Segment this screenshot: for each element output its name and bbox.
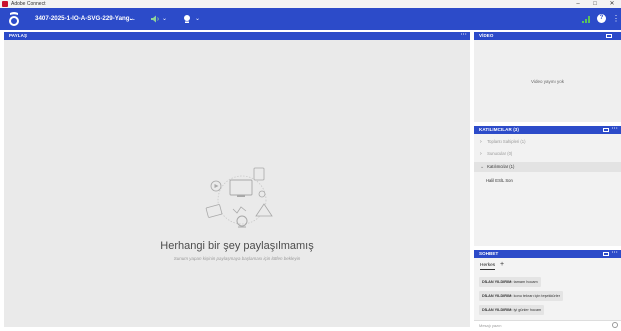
adobe-connect-app-icon [2,1,8,7]
chat-message-sender: DİLAN YILDIRIM: [482,308,513,312]
chat-message-text: iyi günler hocam [513,308,542,312]
share-pod: PAYLAŞ ··· Herhangi bir şey paylaşılmamı… [4,32,470,327]
video-empty-text: Video yayını yok [531,79,564,84]
attendees-pod-header: KATILIMCILAR (3) ··· [474,126,621,134]
attendee-group-participants[interactable]: ⌄ Katılımcılar (1) [474,162,621,172]
video-pod-title: VİDEO [479,33,494,38]
nothing-shared-subtitle: Sunum yapan kişinin paylaşmaya başlaması… [173,256,301,261]
emoji-icon[interactable] [612,322,618,328]
chat-pod-more-icon[interactable]: ··· [612,250,618,257]
video-pod-header: VİDEO [474,32,621,40]
chat-message-sender: DİLAN YILDIRIM: [482,294,513,298]
app-header: 3407-2025-1-IO-A-SVG-229-Yang... ⌄ ⌄ ⌄ ?… [0,8,621,30]
window-titlebar: Adobe Connect – □ ✕ [0,0,621,8]
attendees-pod: KATILIMCILAR (3) ··· › Toplantı Sahipler… [474,126,621,246]
chat-message: DİLAN YILDIRIM: iyi günler hocam [479,305,545,315]
connection-signal-icon [582,16,590,23]
maximize-button[interactable]: □ [588,0,602,8]
attendee-group-label: Sunucular (0) [487,151,513,156]
chat-pod: SOHBET ··· Herkes + DİLAN YILDIRIM: tama… [474,250,621,331]
chat-message: DİLAN YILDIRIM: tamam hocam [479,277,541,287]
app-menu-icon[interactable]: ⋮ [612,13,620,24]
speaker-icon[interactable] [150,14,160,24]
add-chat-tab-button[interactable]: + [500,261,504,268]
window-title: Adobe Connect [11,1,46,7]
meeting-menu-chevron-icon[interactable]: ⌄ [129,8,134,30]
share-pod-more-icon[interactable]: ··· [461,32,467,39]
video-pod-expand-icon[interactable] [606,34,612,38]
attendees-pod-title: KATILIMCILAR (3) [479,127,520,132]
attendee-group-hosts[interactable]: › Toplantı Sahipleri (1) [474,137,621,147]
share-pod-title: PAYLAŞ [9,33,28,38]
chat-message-text: konu tekrarı için teşekkürler [513,294,561,298]
share-pod-header: PAYLAŞ ··· [4,32,470,40]
attendee-group-presenters[interactable]: › Sunucular (0) [474,149,621,159]
nothing-shared-illustration [205,167,273,228]
attendee-group-label: Katılımcılar (1) [487,164,515,169]
attendee-user[interactable]: Halil ESİL Son [474,176,621,185]
chat-tab-everyone[interactable]: Herkes [480,263,496,270]
chat-pod-header: SOHBET ··· [474,250,621,258]
minimize-button[interactable]: – [571,0,585,8]
meeting-name[interactable]: 3407-2025-1-IO-A-SVG-229-Yang... [35,8,135,30]
camera-menu-chevron-icon[interactable]: ⌄ [195,8,200,30]
audio-menu-chevron-icon[interactable]: ⌄ [162,8,167,30]
chevron-down-icon: ⌄ [480,164,485,170]
chat-pod-title: SOHBET [479,251,499,256]
attendees-pod-more-icon[interactable]: ··· [612,126,618,133]
chat-message-sender: DİLAN YILDIRIM: [482,280,513,284]
attendee-group-label: Toplantı Sahipleri (1) [487,139,526,144]
attendees-pod-expand-icon[interactable] [603,128,609,132]
close-button[interactable]: ✕ [605,0,619,8]
chevron-right-icon: › [480,151,482,157]
chat-message-input[interactable]: Mesajı yazın [474,320,621,331]
chat-message-text: tamam hocam [513,280,538,284]
video-pod: VİDEO Video yayını yok [474,32,621,122]
help-icon[interactable]: ? [597,14,606,23]
adobe-connect-logo-icon [9,12,19,26]
chevron-right-icon: › [480,139,482,145]
webcam-icon[interactable] [182,14,192,24]
chat-pod-expand-icon[interactable] [603,252,609,256]
chat-message: DİLAN YILDIRIM: konu tekrarı için teşekk… [479,291,564,301]
nothing-shared-title: Herhangi bir şey paylaşılmamış [160,240,314,252]
